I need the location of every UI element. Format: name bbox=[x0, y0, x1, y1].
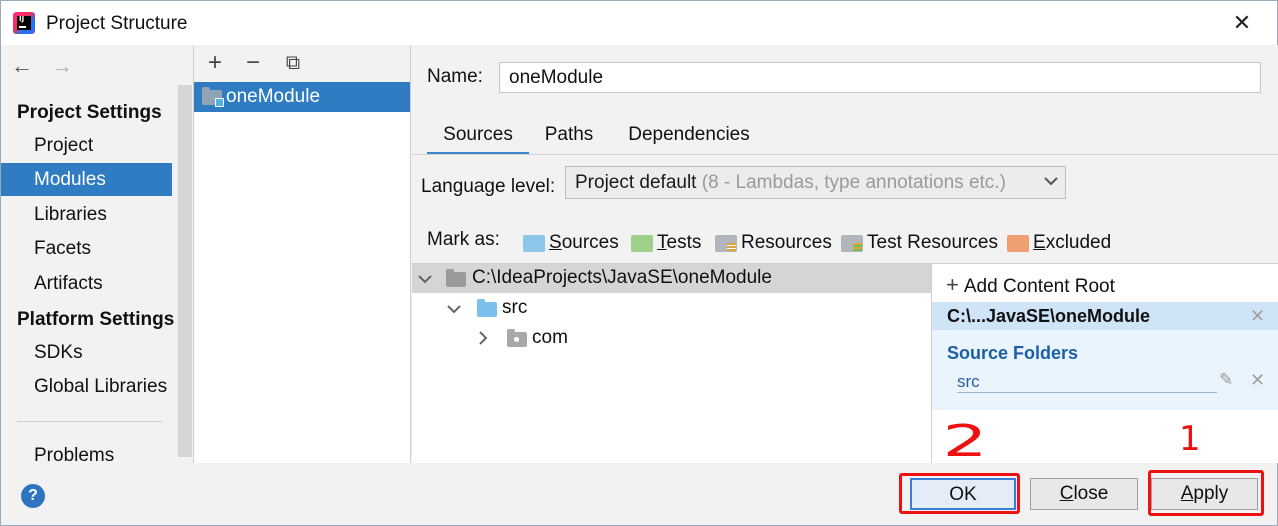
project-structure-dialog: Project Structure ✕ ← → Project Settings… bbox=[0, 0, 1278, 526]
chevron-down-icon[interactable] bbox=[417, 271, 433, 287]
close-button[interactable]: Close bbox=[1030, 478, 1138, 510]
help-icon[interactable]: ? bbox=[21, 484, 45, 508]
chevron-down-icon[interactable] bbox=[446, 301, 462, 317]
module-name-field[interactable] bbox=[499, 62, 1261, 93]
content-root-details: Source Folders src ✎ ✕ bbox=[932, 330, 1278, 410]
folder-icon bbox=[446, 269, 466, 287]
language-level-value: Project default bbox=[575, 172, 697, 193]
package-folder-icon bbox=[507, 329, 527, 347]
remove-module-button[interactable]: − bbox=[240, 49, 266, 77]
source-folder-icon bbox=[477, 299, 497, 317]
module-item-onemodule[interactable]: oneModule bbox=[194, 82, 410, 112]
resources-folder-icon bbox=[715, 235, 737, 252]
language-level-label: Language level: bbox=[421, 176, 556, 197]
edit-properties-icon[interactable]: ✎ bbox=[1219, 370, 1233, 390]
name-label: Name: bbox=[427, 66, 483, 87]
language-level-hint: (8 - Lambdas, type annotations etc.) bbox=[701, 172, 1006, 193]
sidebar-item-global-libraries[interactable]: Global Libraries bbox=[1, 370, 172, 403]
sidebar-item-project[interactable]: Project bbox=[1, 129, 172, 162]
add-content-root-button[interactable]: + Add Content Root bbox=[946, 272, 1115, 298]
mark-as-resources-button[interactable]: Resources bbox=[715, 231, 832, 255]
mark-as-label: Mark as: bbox=[427, 229, 500, 250]
intellij-idea-icon bbox=[13, 12, 35, 34]
close-icon[interactable]: ✕ bbox=[1227, 9, 1257, 37]
mark-as-test-resources-button[interactable]: Test Resources bbox=[841, 231, 998, 255]
language-level-select[interactable]: Project default (8 - Lambdas, type annot… bbox=[565, 166, 1066, 199]
sidebar-item-facets[interactable]: Facets bbox=[1, 232, 172, 265]
mark-as-tests-button[interactable]: Tests bbox=[631, 231, 704, 255]
tests-folder-icon bbox=[631, 235, 653, 252]
module-folder-icon bbox=[202, 87, 224, 107]
excluded-folder-icon bbox=[1007, 235, 1029, 252]
content-roots-panel: + Add Content Root C:\...JavaSE\oneModule… bbox=[931, 263, 1278, 463]
settings-sidebar: ← → Project Settings Project Modules Lib… bbox=[1, 45, 193, 466]
tree-root-label: C:\IdeaProjects\JavaSE\oneModule bbox=[472, 267, 772, 288]
add-module-button[interactable]: + bbox=[202, 49, 228, 77]
title-bar: Project Structure ✕ bbox=[1, 1, 1277, 45]
sidebar-divider bbox=[17, 421, 162, 422]
chevron-right-icon[interactable] bbox=[475, 330, 491, 346]
mark-as-sources-button[interactable]: Sources bbox=[523, 231, 628, 255]
dialog-footer: ? OK Close Apply bbox=[1, 463, 1277, 525]
forward-arrow-icon[interactable]: → bbox=[51, 53, 77, 79]
sidebar-item-sdks[interactable]: SDKs bbox=[1, 336, 172, 369]
platform-settings-heading: Platform Settings bbox=[17, 309, 175, 330]
back-arrow-icon[interactable]: ← bbox=[11, 53, 37, 79]
sidebar-scrollbar[interactable] bbox=[178, 85, 192, 457]
chevron-down-icon bbox=[1044, 177, 1058, 186]
remove-source-folder-icon[interactable]: ✕ bbox=[1250, 370, 1265, 391]
tab-dependencies[interactable]: Dependencies bbox=[625, 119, 753, 155]
mark-as-excluded-button[interactable]: Excluded bbox=[1007, 231, 1117, 255]
source-folder-entry[interactable]: src bbox=[957, 372, 1217, 393]
copy-module-button[interactable]: ⧉ bbox=[280, 49, 306, 77]
project-settings-heading: Project Settings bbox=[17, 102, 162, 123]
test-resources-folder-icon bbox=[841, 235, 863, 252]
ok-button[interactable]: OK bbox=[910, 478, 1016, 510]
sources-folder-icon bbox=[523, 235, 545, 252]
tab-paths[interactable]: Paths bbox=[544, 119, 594, 155]
tabs-divider bbox=[412, 154, 1278, 155]
apply-button[interactable]: Apply bbox=[1151, 478, 1258, 510]
plus-icon: + bbox=[946, 272, 959, 297]
sidebar-item-artifacts[interactable]: Artifacts bbox=[1, 267, 172, 300]
source-folders-title: Source Folders bbox=[947, 343, 1079, 363]
content-root-tree: C:\IdeaProjects\JavaSE\oneModule src com bbox=[412, 263, 931, 463]
modules-list-panel: + − ⧉ oneModule bbox=[193, 45, 411, 463]
sidebar-item-libraries[interactable]: Libraries bbox=[1, 198, 172, 231]
tree-src-label[interactable]: src bbox=[502, 297, 527, 319]
remove-content-root-icon[interactable]: ✕ bbox=[1250, 302, 1265, 330]
dialog-title: Project Structure bbox=[46, 13, 188, 34]
tree-com-label[interactable]: com bbox=[532, 327, 568, 349]
module-settings-panel: Name: Sources Paths Dependencies Languag… bbox=[412, 45, 1278, 463]
modules-toolbar: + − ⧉ bbox=[194, 45, 410, 82]
module-item-label: oneModule bbox=[226, 86, 321, 107]
content-root-path: C:\...JavaSE\oneModule bbox=[947, 306, 1151, 326]
tab-sources[interactable]: Sources bbox=[427, 119, 529, 155]
sidebar-item-modules[interactable]: Modules bbox=[1, 163, 172, 196]
content-root-header: C:\...JavaSE\oneModule ✕ bbox=[932, 302, 1278, 330]
